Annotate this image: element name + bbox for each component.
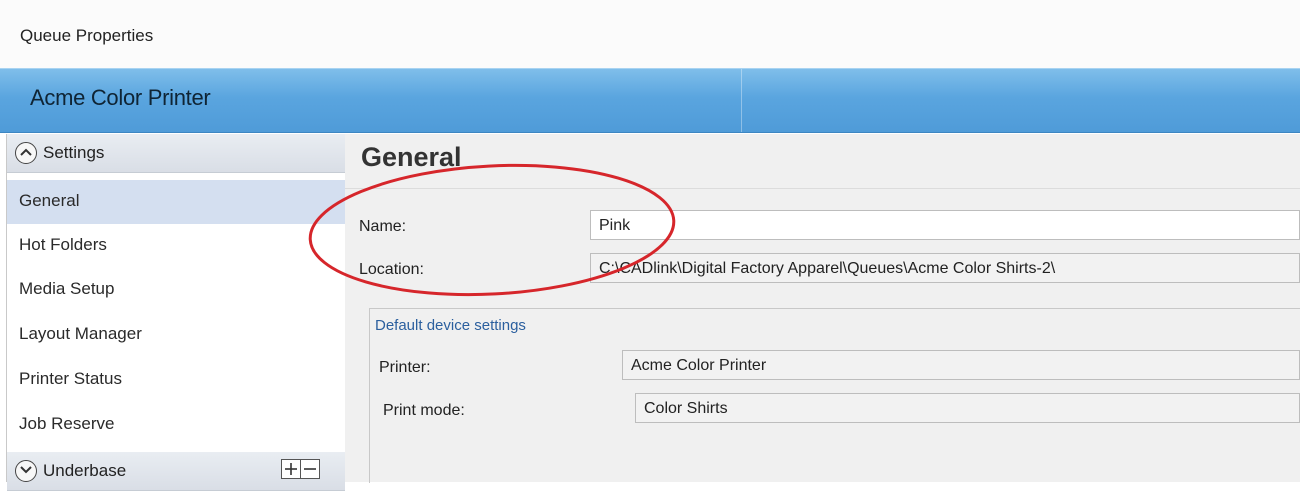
sidebar-item-label: Job Reserve [19, 414, 115, 433]
underbase-group-label: Underbase [43, 461, 127, 480]
device-settings-title: Default device settings [375, 317, 526, 334]
chevron-down-icon[interactable] [15, 460, 37, 482]
settings-group-header[interactable]: Settings [7, 134, 345, 173]
sidebar-item-media-setup[interactable]: Media Setup [7, 268, 345, 312]
sidebar-item-label: Layout Manager [19, 324, 142, 343]
queue-header-banner: Acme Color Printer [0, 68, 1300, 133]
location-label: Location: [359, 261, 424, 278]
name-label: Name: [359, 218, 407, 235]
queue-name-heading: Acme Color Printer [30, 85, 211, 110]
sidebar-item-label: General [19, 191, 80, 210]
sidebar-item-label: Media Setup [19, 279, 115, 298]
sidebar-item-layout-manager[interactable]: Layout Manager [7, 313, 345, 357]
sidebar-item-job-reserve[interactable]: Job Reserve [7, 403, 345, 447]
title-separator [345, 188, 1300, 189]
window-title: Queue Properties [20, 26, 154, 45]
printer-label: Printer: [379, 359, 431, 376]
sidebar-item-general[interactable]: General [7, 180, 345, 224]
remove-icon[interactable] [300, 459, 320, 479]
general-settings-panel: General Name: Pink Location: C:\CADlink\… [345, 134, 1300, 483]
name-field[interactable]: Pink [590, 210, 1300, 240]
settings-sidebar: Settings General Hot Folders Media Setup… [6, 134, 346, 491]
settings-group-label: Settings [43, 143, 105, 162]
print-mode-label: Print mode: [383, 402, 465, 419]
page-title: General [361, 142, 462, 172]
sidebar-item-label: Printer Status [19, 369, 122, 388]
print-mode-select[interactable]: Color Shirts [635, 393, 1300, 423]
location-field[interactable]: C:\CADlink\Digital Factory Apparel\Queue… [590, 253, 1300, 283]
sidebar-item-hot-folders[interactable]: Hot Folders [7, 224, 345, 268]
chevron-up-icon[interactable] [15, 142, 37, 164]
sidebar-item-printer-status[interactable]: Printer Status [7, 358, 345, 402]
banner-divider [741, 69, 742, 132]
add-icon[interactable] [281, 459, 301, 479]
sidebar-item-label: Hot Folders [19, 235, 107, 254]
underbase-group-header[interactable]: Underbase [7, 452, 345, 491]
printer-field[interactable]: Acme Color Printer [622, 350, 1300, 380]
window-titlebar: Queue Properties [0, 0, 1300, 69]
